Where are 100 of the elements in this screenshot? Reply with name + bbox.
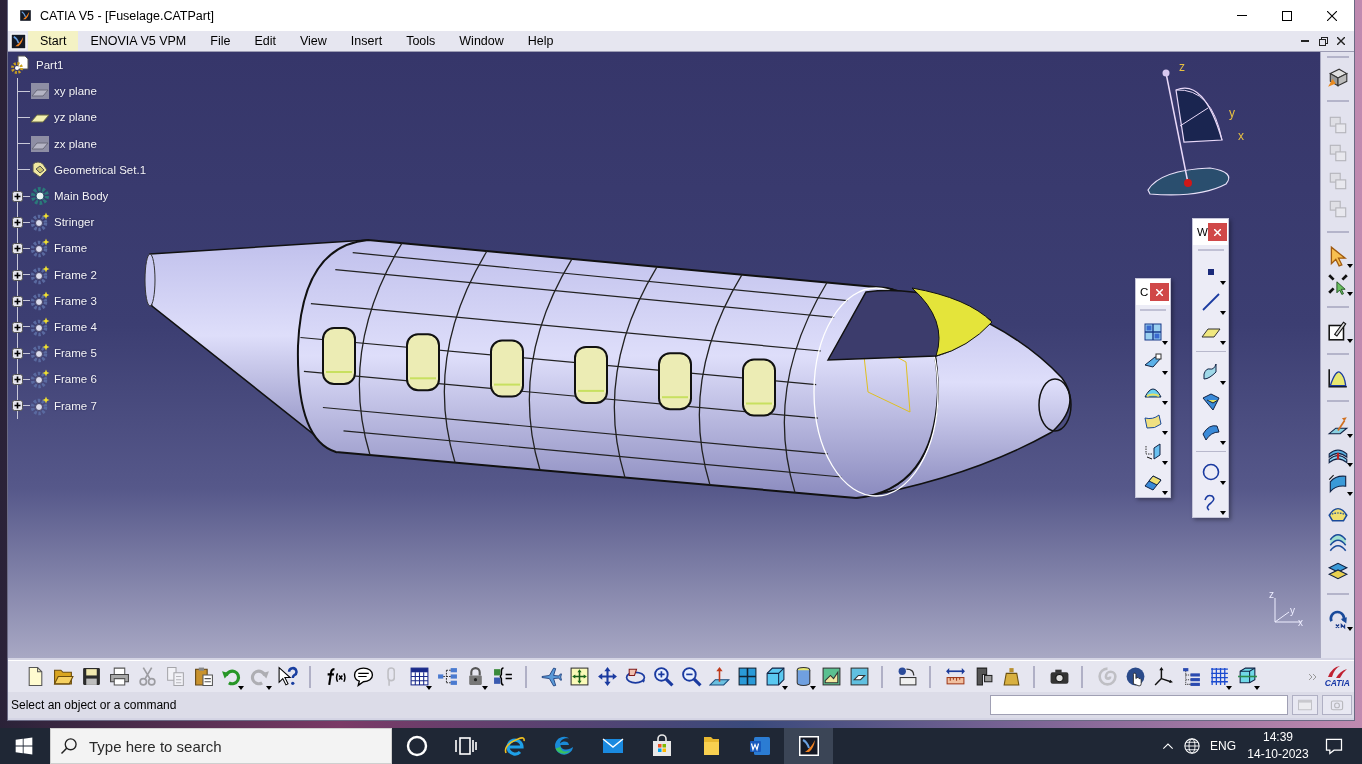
dropdown-arrow-icon <box>1162 431 1168 435</box>
dropdown-arrow-icon <box>1346 463 1353 467</box>
tree-item[interactable]: Frame 5 <box>54 347 97 360</box>
workbench-icon <box>1326 67 1349 89</box>
clip-icon <box>386 666 396 687</box>
window-title: CATIA V5 - [Fuselage.CATPart] <box>40 8 214 23</box>
tree-item[interactable]: Frame 6 <box>54 373 97 386</box>
task-view-icon <box>453 734 478 758</box>
swap-visible-icon <box>848 666 870 687</box>
toolbar-title: W <box>1197 226 1208 238</box>
e-logo-icon <box>502 734 527 758</box>
minimize-icon <box>1236 15 1247 16</box>
normal-view-icon <box>708 666 730 687</box>
window-icon <box>1297 697 1313 713</box>
sphere-box-icon <box>896 666 918 687</box>
projection-icon <box>1143 442 1163 462</box>
expand-icon[interactable] <box>12 269 23 281</box>
language-indicator[interactable]: ENG <box>1204 739 1242 753</box>
app-tile-icon <box>9 31 28 51</box>
menu-item[interactable]: Help <box>515 31 566 51</box>
extrude-surface-icon <box>1326 414 1349 437</box>
search-field[interactable]: Type here to search <box>50 728 392 764</box>
dropdown-arrow-icon <box>1346 492 1353 496</box>
tree-item[interactable]: xy plane <box>54 85 97 98</box>
grid-icon <box>1208 666 1230 687</box>
dropdown-arrow-icon <box>782 685 788 690</box>
expand-icon[interactable] <box>12 348 23 360</box>
maximize-icon <box>1281 10 1292 21</box>
tree-item[interactable]: Geometrical Set.1 <box>54 163 147 176</box>
windows-logo-icon <box>14 736 34 756</box>
tree-item[interactable]: Frame 7 <box>54 399 97 412</box>
tree-item[interactable]: Frame 4 <box>54 320 97 333</box>
tree-item[interactable]: yz plane <box>54 111 97 124</box>
compass-widget[interactable]: z y x <box>1140 60 1250 200</box>
dropdown-arrow-icon <box>1254 685 1260 690</box>
speech-bubble-icon <box>352 666 374 687</box>
menu-item[interactable]: ENOVIA V5 VPM <box>78 31 199 51</box>
menu-item[interactable]: Window <box>447 31 516 51</box>
sketch-icon <box>1326 320 1349 342</box>
globe-icon <box>1183 737 1201 755</box>
compass-dome[interactable] <box>1175 87 1223 143</box>
compass-axis[interactable] <box>1162 69 1192 187</box>
status-message: Select an object or a command <box>11 698 177 712</box>
cube-icon <box>764 666 786 687</box>
dropdown-arrow-icon <box>1219 441 1226 445</box>
expand-icon[interactable] <box>12 321 23 333</box>
hand-globe-icon <box>1124 666 1146 687</box>
circle-icon <box>1200 462 1221 482</box>
dropdown-arrow-icon <box>1162 461 1168 465</box>
axis-label: z <box>1179 60 1185 74</box>
copy-icon <box>164 666 186 687</box>
axis-label: x <box>1298 617 1303 628</box>
compass-base[interactable] <box>1147 167 1230 196</box>
dropdown-arrow-icon <box>426 685 432 690</box>
menu-item[interactable]: Tools <box>394 31 448 51</box>
dropdown-arrow-icon <box>1346 264 1353 268</box>
dropdown-arrow-icon <box>810 685 816 690</box>
expand-icon[interactable] <box>12 374 23 386</box>
dropdown-arrow-icon <box>1162 371 1168 375</box>
airplane-icon <box>540 666 562 687</box>
expand-icon[interactable] <box>12 400 23 412</box>
sweep-surface-icon <box>1326 472 1349 495</box>
pointer-question-icon <box>276 666 298 687</box>
curve-graph-icon <box>1326 367 1349 389</box>
part-document-icon <box>10 55 30 76</box>
expand-icon[interactable] <box>12 217 23 229</box>
expand-icon[interactable] <box>12 295 23 307</box>
axis-label: y <box>1290 605 1295 616</box>
search-icon <box>59 736 79 756</box>
dropdown-arrow-icon <box>1346 339 1353 343</box>
brackets-icon <box>492 666 514 687</box>
tree-item[interactable]: Frame <box>54 242 88 255</box>
dropdown-arrow-icon <box>1219 281 1226 285</box>
taskbar-button[interactable] <box>784 728 833 764</box>
tree-item[interactable]: Frame 2 <box>54 268 97 281</box>
tree-item[interactable]: Main Body <box>54 190 109 203</box>
expand-icon[interactable] <box>12 243 23 255</box>
tree-item[interactable]: Frame 3 <box>54 294 97 307</box>
expand-icon[interactable] <box>12 190 23 202</box>
scatter-select-icon <box>1326 273 1349 295</box>
printer-icon <box>108 666 130 687</box>
menu-item[interactable]: View <box>288 31 339 51</box>
ruler-arrows-icon <box>944 666 966 687</box>
scissors-icon <box>136 666 158 687</box>
tree-item[interactable]: Stringer <box>54 216 95 229</box>
menu-item[interactable]: Insert <box>338 31 395 51</box>
command-field[interactable] <box>990 695 1288 715</box>
menu-item[interactable]: File <box>198 31 243 51</box>
menu-item[interactable]: Start <box>28 31 79 51</box>
notification-icon <box>1324 736 1344 756</box>
menu-item[interactable]: Edit <box>242 31 288 51</box>
w-tile-icon <box>747 734 772 758</box>
dropdown-arrow-icon <box>1162 341 1168 345</box>
zoom-out-icon <box>680 666 702 687</box>
dropdown-arrow-icon <box>238 685 244 690</box>
tree-structure-icon <box>1180 666 1202 687</box>
tree-item[interactable]: Part1 <box>36 59 64 72</box>
tree-item[interactable]: zx plane <box>54 137 97 150</box>
dropdown-arrow-icon <box>1219 341 1226 345</box>
weight-icon <box>1000 666 1022 687</box>
